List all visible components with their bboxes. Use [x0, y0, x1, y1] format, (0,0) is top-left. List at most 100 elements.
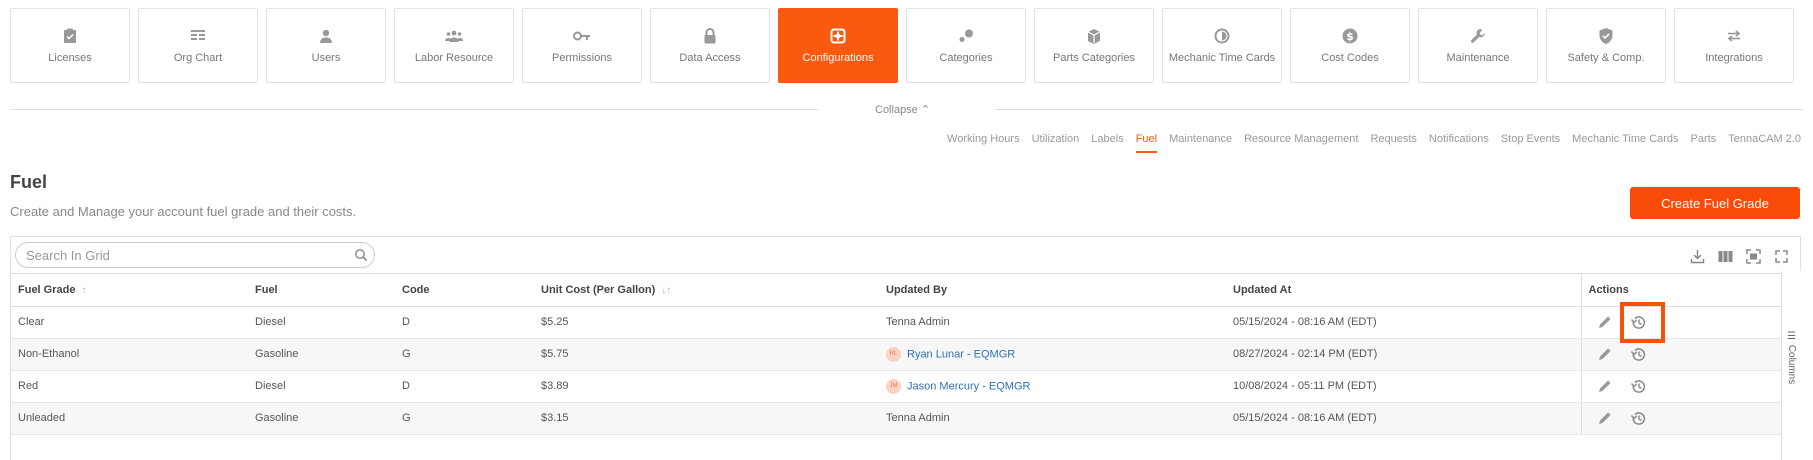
cell-code: G: [395, 338, 534, 371]
settings-nav: Licenses Org Chart Users Labor Resource …: [10, 8, 1794, 83]
nav-tile-parts-categories[interactable]: Parts Categories: [1034, 8, 1154, 83]
user-icon: [317, 27, 335, 45]
cell-fuel: Gasoline: [248, 338, 395, 371]
chevron-up-icon: ⌃: [920, 104, 931, 116]
collapse-toggle[interactable]: Collapse ⌃: [875, 103, 930, 116]
subtab-working-hours[interactable]: Working Hours: [947, 133, 1020, 153]
cell-actions: [1580, 370, 1782, 403]
subtab-tennacam[interactable]: TennaCAM 2.0: [1728, 133, 1801, 153]
nav-tile-label: Integrations: [1705, 52, 1763, 64]
subtab-parts[interactable]: Parts: [1691, 133, 1717, 153]
cell-updated-by: Tenna Admin: [879, 402, 1226, 435]
nav-tile-org-chart[interactable]: Org Chart: [138, 8, 258, 83]
table-row: Unleaded Gasoline G $3.15 Tenna Admin 05…: [11, 402, 1782, 435]
fit-screen-icon[interactable]: [1744, 247, 1762, 265]
subtab-stop-events[interactable]: Stop Events: [1501, 133, 1560, 153]
cell-updated-at: 05/15/2024 - 08:16 AM (EDT): [1226, 402, 1581, 435]
cell-fuel-grade: Non-Ethanol: [11, 338, 248, 371]
nav-tile-label: Labor Resource: [414, 52, 494, 64]
nav-tile-cost-codes[interactable]: $ Cost Codes: [1290, 8, 1410, 83]
columns-tab-label: ☰ Columns: [1786, 331, 1797, 385]
fuel-grades-table: Fuel Grade ↑ Fuel Code Unit Cost (Per Gal…: [11, 274, 1782, 435]
user-link[interactable]: Jason Mercury - EQMGR: [907, 380, 1030, 392]
divider-line: [995, 109, 1803, 110]
header-updated-at[interactable]: Updated At: [1226, 274, 1581, 307]
nav-tile-label: Org Chart: [173, 52, 223, 64]
search-icon[interactable]: [354, 248, 368, 267]
avatar: JM: [886, 378, 901, 394]
nav-tile-data-access[interactable]: Data Access: [650, 8, 770, 83]
sort-asc-icon[interactable]: ↑: [81, 285, 86, 296]
page-subtitle: Create and Manage your account fuel grad…: [10, 204, 357, 219]
cell-code: D: [395, 370, 534, 403]
nav-tile-label: Permissions: [552, 52, 612, 64]
nav-tile-label: Data Access: [679, 52, 741, 64]
subtab-resource-management[interactable]: Resource Management: [1244, 133, 1358, 153]
nav-tile-label: Cost Codes: [1321, 52, 1379, 64]
user-link[interactable]: Ryan Lunar - EQMGR: [907, 348, 1015, 360]
header-fuel-grade[interactable]: Fuel Grade ↑: [11, 274, 248, 307]
nav-tile-integrations[interactable]: Integrations: [1674, 8, 1794, 83]
download-icon[interactable]: [1688, 247, 1706, 265]
table-row: Non-Ethanol Gasoline G $5.75 RL Ryan Luna…: [11, 338, 1782, 371]
nav-tile-permissions[interactable]: Permissions: [522, 8, 642, 83]
header-actions: Actions: [1580, 274, 1782, 307]
cell-unit-cost: $3.15: [534, 402, 879, 435]
columns-icon: ☰: [1786, 331, 1797, 345]
nav-tile-licenses[interactable]: Licenses: [10, 8, 130, 83]
nav-tile-label: Configurations: [802, 52, 874, 64]
header-code[interactable]: Code: [395, 274, 534, 307]
cell-fuel-grade: Clear: [11, 306, 248, 339]
edit-pencil-icon[interactable]: [1595, 376, 1615, 396]
cell-updated-by: RL Ryan Lunar - EQMGR: [879, 338, 1226, 371]
subtab-notifications[interactable]: Notifications: [1429, 133, 1489, 153]
nav-tile-label: Parts Categories: [1053, 52, 1135, 64]
subtab-labels[interactable]: Labels: [1091, 133, 1123, 153]
swap-icon: [1725, 27, 1743, 45]
cell-fuel: Gasoline: [248, 402, 395, 435]
subtab-requests[interactable]: Requests: [1370, 133, 1416, 153]
nav-tile-configurations[interactable]: Configurations: [778, 8, 898, 83]
edit-pencil-icon[interactable]: [1595, 312, 1615, 332]
sort-icon[interactable]: ↓↑: [661, 285, 671, 296]
nav-tile-labor-resource[interactable]: Labor Resource: [394, 8, 514, 83]
nav-tile-label: Maintenance: [1446, 52, 1510, 64]
history-icon[interactable]: [1629, 376, 1649, 396]
group-icon: [445, 27, 463, 45]
columns-layout-icon[interactable]: [1716, 247, 1734, 265]
nav-tile-safety-comp[interactable]: Safety & Comp.: [1546, 8, 1666, 83]
cell-code: D: [395, 306, 534, 339]
subtab-mechanic-time-cards[interactable]: Mechanic Time Cards: [1572, 133, 1678, 153]
cell-actions: [1580, 402, 1782, 435]
nav-tile-maintenance[interactable]: Maintenance: [1418, 8, 1538, 83]
subtab-fuel[interactable]: Fuel: [1135, 133, 1158, 153]
collapse-divider: Collapse ⌃: [10, 101, 1803, 119]
edit-pencil-icon[interactable]: [1595, 344, 1615, 364]
categories-icon: [957, 27, 975, 45]
columns-side-tab[interactable]: ☰ Columns: [1781, 271, 1801, 460]
header-fuel[interactable]: Fuel: [248, 274, 395, 307]
table-row: Clear Diesel D $5.25 Tenna Admin 05/15/2…: [11, 306, 1782, 339]
nav-tile-mechanic-time-cards[interactable]: Mechanic Time Cards: [1162, 8, 1282, 83]
nav-tile-label: Users: [311, 52, 341, 64]
search-input[interactable]: [26, 247, 326, 264]
nav-tile-users[interactable]: Users: [266, 8, 386, 83]
page-title: Fuel: [10, 172, 48, 192]
table-header-row: Fuel Grade ↑ Fuel Code Unit Cost (Per Gal…: [11, 274, 1782, 307]
fullscreen-icon[interactable]: [1772, 247, 1790, 265]
cell-updated-at: 08/27/2024 - 02:14 PM (EDT): [1226, 338, 1581, 371]
header-updated-by[interactable]: Updated By: [879, 274, 1226, 307]
avatar: RL: [886, 346, 901, 362]
create-fuel-grade-button[interactable]: Create Fuel Grade: [1630, 187, 1800, 219]
subtab-utilization[interactable]: Utilization: [1032, 133, 1080, 153]
header-unit-cost[interactable]: Unit Cost (Per Gallon) ↓↑: [534, 274, 879, 307]
history-icon[interactable]: [1629, 312, 1649, 332]
org-chart-icon: [189, 27, 207, 45]
edit-pencil-icon[interactable]: [1595, 408, 1615, 428]
history-icon[interactable]: [1629, 344, 1649, 364]
nav-tile-categories[interactable]: Categories: [906, 8, 1026, 83]
key-icon: [573, 27, 591, 45]
subtab-maintenance[interactable]: Maintenance: [1169, 133, 1232, 153]
collapse-label: Collapse: [875, 104, 918, 116]
history-icon[interactable]: [1629, 408, 1649, 428]
